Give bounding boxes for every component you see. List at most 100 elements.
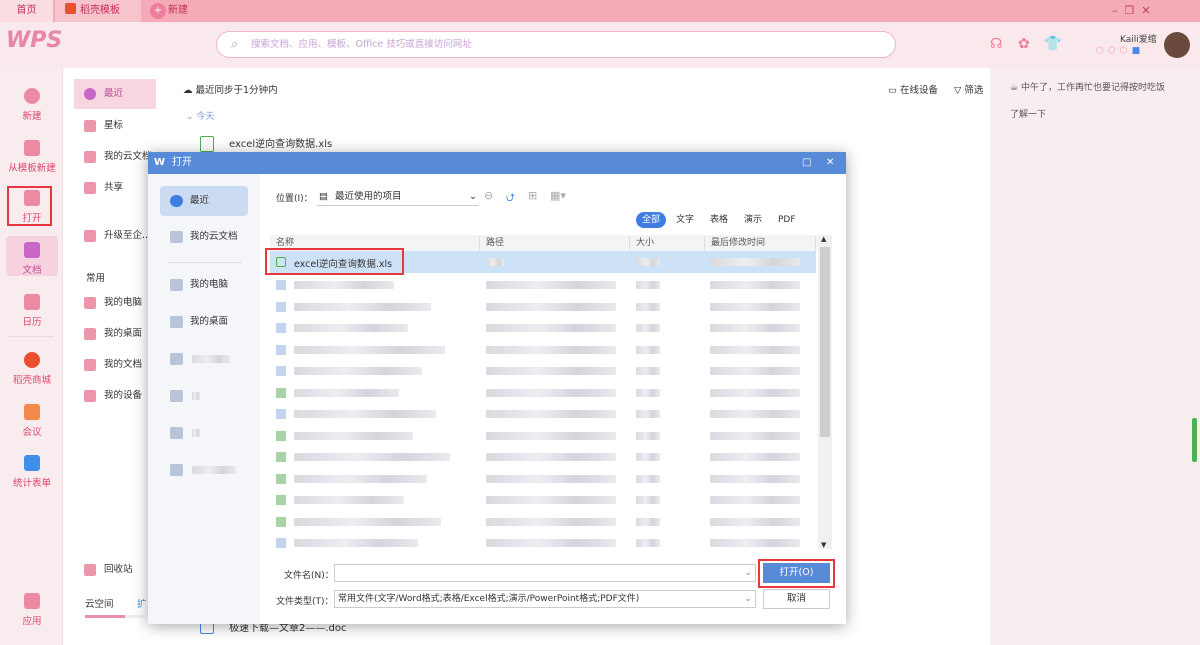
close-icon[interactable]: ✕ [826, 152, 834, 174]
rail-documents[interactable]: 文档 [6, 236, 58, 276]
tab-new[interactable]: + 新建 [150, 0, 210, 22]
clock-icon [84, 88, 96, 100]
nav-my-documents[interactable]: 我的文档 [74, 350, 156, 380]
sync-status: ☁ 最近同步于1分钟内 [183, 82, 278, 96]
nav-my-desktop[interactable]: 我的桌面 [74, 319, 156, 349]
rail-new-from-template[interactable]: 从模板新建 [6, 140, 58, 174]
desktop-icon [84, 328, 96, 340]
highlight-open [7, 186, 52, 226]
filter-spreadsheet[interactable]: 表格 [704, 212, 734, 228]
rail-docer-mall[interactable]: 稻壳商城 [6, 352, 58, 386]
filter-all[interactable]: 全部 [636, 212, 667, 228]
restore-icon[interactable]: ❐ [1125, 4, 1135, 17]
folder-icon [84, 359, 96, 371]
file-row-redacted[interactable] [270, 425, 816, 447]
filename-input[interactable]: ⌄ [334, 564, 756, 582]
recent-file[interactable]: excel逆向查询数据.xls [229, 135, 332, 150]
filter-pdf[interactable]: PDF [772, 212, 802, 228]
user-name[interactable]: Kaili爱绾 [1120, 32, 1157, 45]
file-row-redacted[interactable] [270, 403, 816, 425]
file-row-redacted[interactable] [270, 532, 816, 554]
rail-apps[interactable]: 应用 [6, 593, 58, 627]
nav-trash[interactable]: 回收站 [74, 555, 156, 585]
new-folder-icon[interactable]: ⊞ [528, 189, 537, 202]
rail-forms[interactable]: 统计表单 [6, 455, 58, 489]
headset-icon[interactable]: ☊ [990, 36, 1002, 52]
file-icon [276, 409, 286, 419]
gear-icon[interactable]: ✿ [1018, 36, 1030, 52]
rail-calendar[interactable]: 日历 [6, 294, 58, 328]
nav-upgrade[interactable]: 升级至企... [74, 221, 156, 251]
label: 我的电脑 [190, 279, 229, 290]
file-row-redacted[interactable] [270, 468, 816, 490]
maximize-icon[interactable]: □ [802, 152, 811, 174]
column-size[interactable]: 大小 [630, 236, 705, 250]
file-row-redacted[interactable] [270, 296, 816, 318]
file-row-redacted[interactable] [270, 339, 816, 361]
dialog-nav-cloud-docs[interactable]: 我的云文档 [160, 222, 248, 252]
location-select[interactable]: ▤ 最近使用的项目 ⌄ [317, 187, 479, 206]
tab-docer-templates[interactable]: 稻壳模板 [55, 0, 141, 22]
minimize-icon[interactable]: – [1112, 4, 1118, 17]
file-row-redacted[interactable] [270, 382, 816, 404]
file-row-redacted[interactable] [270, 511, 816, 533]
view-mode-icon[interactable]: ▦▾ [550, 189, 566, 202]
file-row-redacted[interactable] [270, 489, 816, 511]
cancel-button[interactable]: 取消 [763, 589, 830, 609]
dialog-nav-my-desktop[interactable]: 我的桌面 [160, 307, 248, 337]
nav-my-devices[interactable]: 我的设备 [74, 381, 156, 411]
docer-icon [65, 3, 76, 14]
search-input[interactable]: ⌕ 搜索文档、应用、模板、Office 技巧或直接访问网址 [216, 31, 896, 58]
folder-icon [170, 353, 183, 365]
template-icon [24, 140, 40, 156]
dialog-nav-my-computer[interactable]: 我的电脑 [160, 270, 248, 300]
dialog-nav-folder[interactable] [160, 455, 248, 485]
nav-shared[interactable]: 共享 [74, 173, 156, 203]
cloud-icon: ☁ [183, 85, 196, 96]
folder-icon [170, 427, 183, 439]
back-icon[interactable]: ⊖ [484, 189, 493, 202]
online-devices-button[interactable]: ▭ 在线设备 [888, 82, 938, 96]
scrollbar[interactable]: ▲ ▼ [818, 235, 832, 549]
file-row-redacted[interactable] [270, 446, 816, 468]
divider [8, 336, 54, 337]
close-icon[interactable]: ✕ [1141, 4, 1150, 17]
rail-new[interactable]: 新建 [6, 88, 58, 122]
dialog-nav-recent[interactable]: 最近 [160, 186, 248, 216]
label: 我的云文档 [190, 231, 238, 242]
rail-meeting[interactable]: 会议 [6, 404, 58, 438]
nav-starred[interactable]: 星标 [74, 111, 156, 141]
tip: ☕ 中午了，工作再忙也要记得按时吃饭 [1010, 80, 1165, 93]
expand-link[interactable]: 扩 [137, 596, 147, 610]
filetype-select[interactable]: 常用文件(文字/Word格式;表格/Excel格式;演示/PowerPoint格… [334, 590, 756, 608]
filter-presentation[interactable]: 演示 [738, 212, 768, 228]
label: 今天 [196, 112, 215, 122]
side-scroll-indicator[interactable] [1192, 418, 1197, 462]
label: 我的桌面 [190, 316, 229, 327]
filter-button[interactable]: ▽ 筛选 [954, 82, 983, 96]
nav-my-computer[interactable]: 我的电脑 [74, 288, 156, 318]
skin-icon[interactable]: 👕 [1044, 36, 1061, 52]
nav-recent[interactable]: 最近 [74, 79, 156, 109]
dialog-nav-folder[interactable] [160, 418, 248, 448]
dialog-nav-folder[interactable] [160, 344, 248, 374]
group-today[interactable]: ⌄ 今天 [186, 109, 214, 122]
tab-home[interactable]: 首页 [0, 0, 53, 22]
avatar[interactable] [1164, 32, 1190, 58]
file-icon [276, 387, 286, 398]
filter-writer[interactable]: 文字 [670, 212, 700, 228]
nav-cloud-docs[interactable]: 我的云文档 [74, 142, 156, 172]
nav-label: 我的桌面 [104, 328, 143, 339]
file-icon [276, 430, 286, 441]
file-row-redacted[interactable] [270, 274, 816, 296]
file-row-redacted[interactable] [270, 317, 816, 339]
file-row-redacted[interactable] [270, 360, 816, 382]
trash-icon [84, 564, 96, 576]
dialog-nav-folder[interactable] [160, 381, 248, 411]
folder-icon [170, 464, 183, 476]
column-path[interactable]: 路径 [480, 236, 630, 250]
column-modified[interactable]: 最后修改时间 [705, 236, 816, 250]
search-icon: ⌕ [231, 37, 239, 52]
learn-more-link[interactable]: 了解一下 [1010, 107, 1046, 120]
up-folder-icon[interactable]: ⮍ [506, 189, 515, 208]
